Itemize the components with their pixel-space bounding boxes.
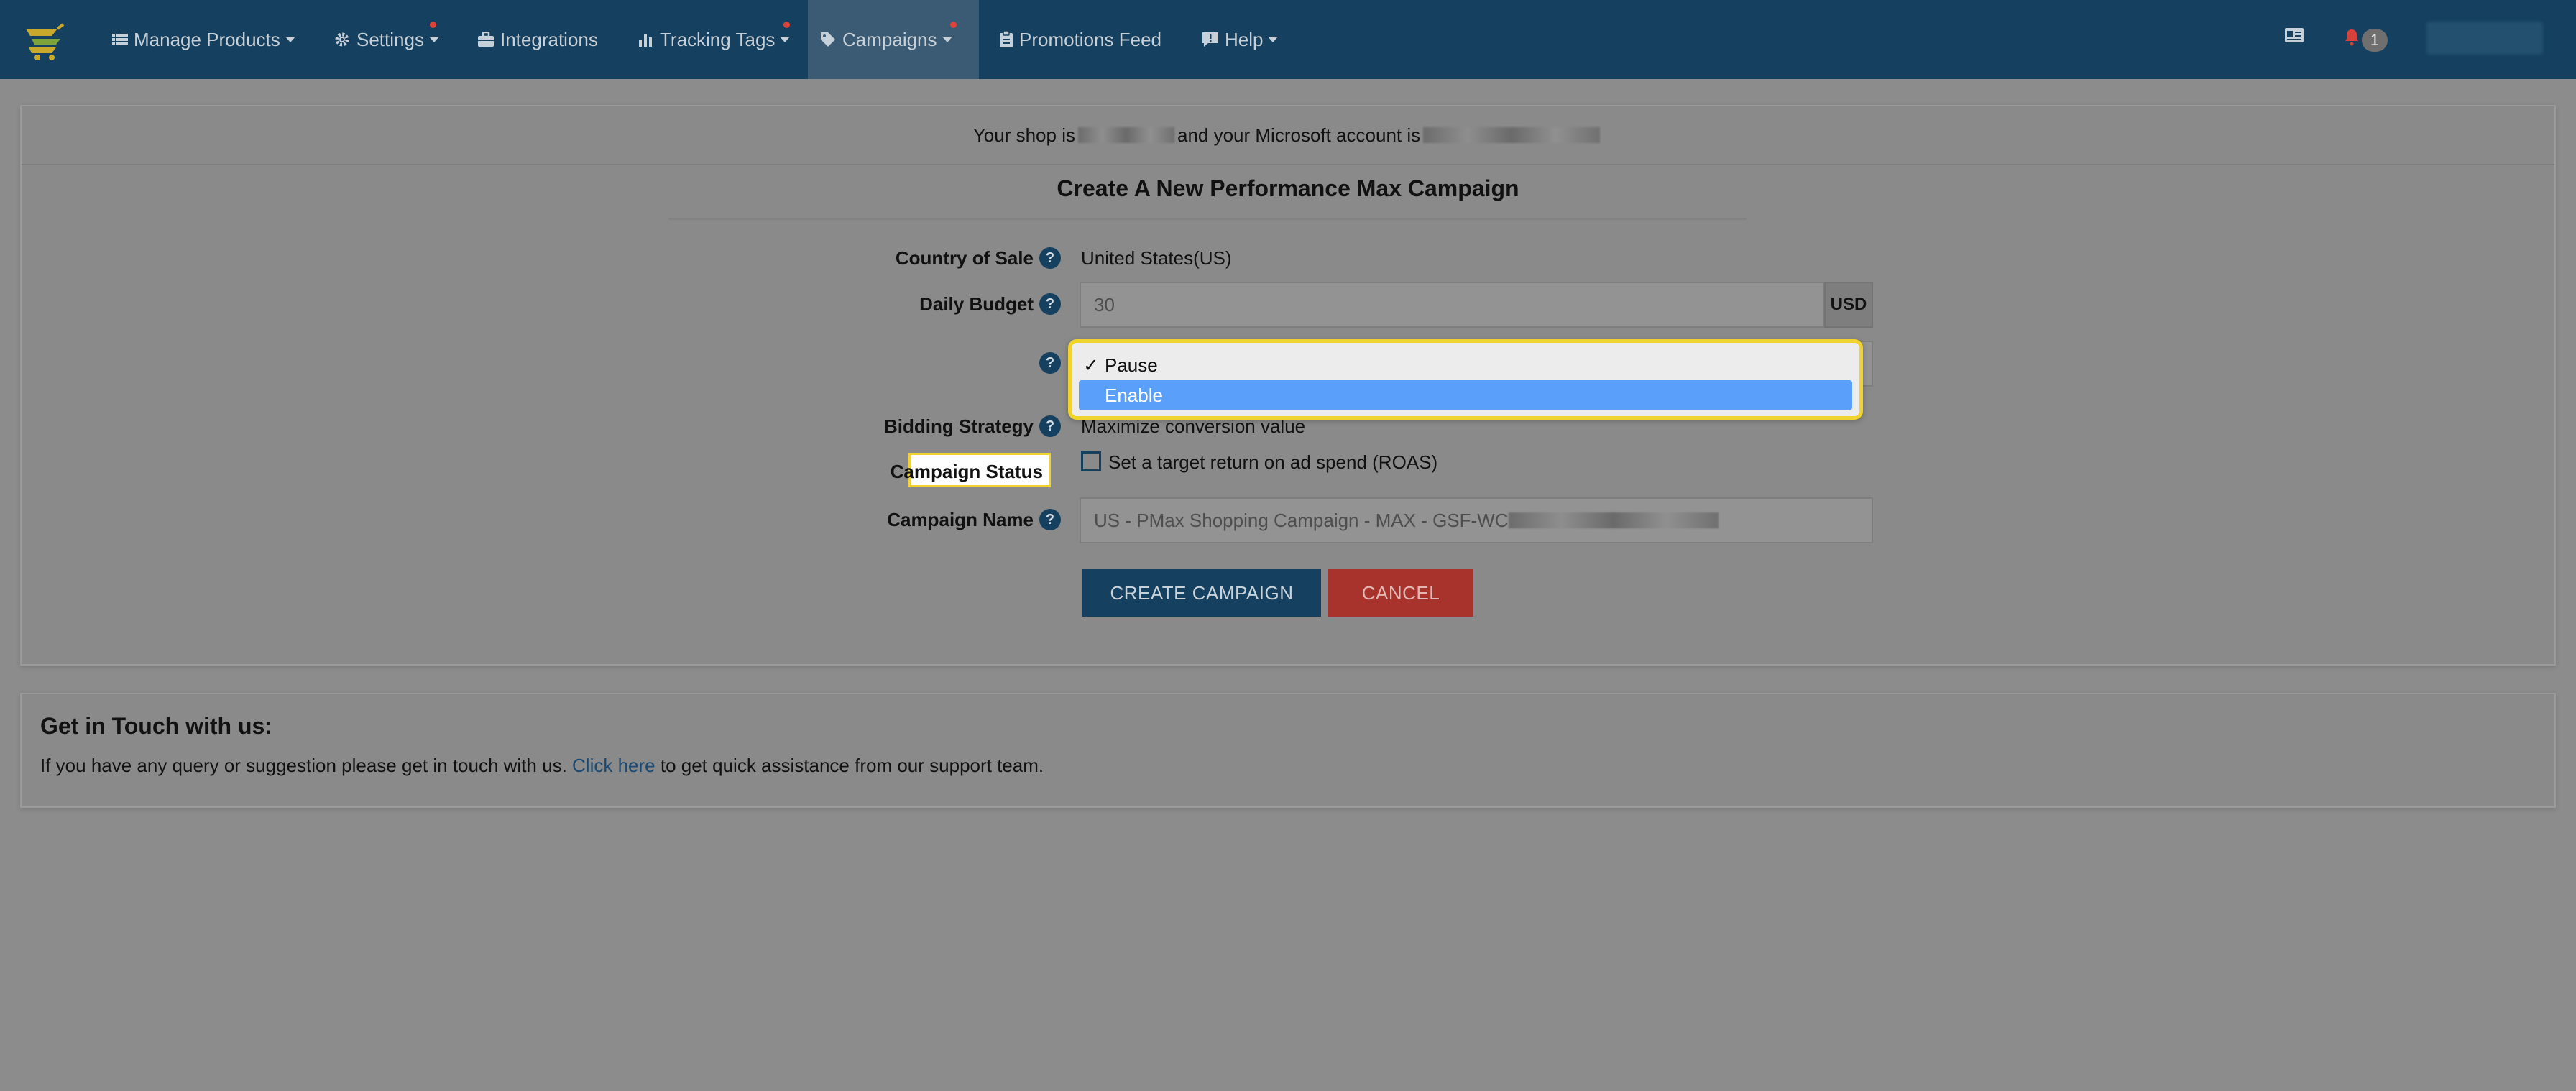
help-icon[interactable]: ? xyxy=(1039,247,1061,269)
option-label: Enable xyxy=(1105,384,1163,406)
daily-budget-value: 30 xyxy=(1094,293,1115,316)
nav-manage-products[interactable]: Manage Products xyxy=(101,0,307,79)
chevron-down-icon xyxy=(780,37,791,42)
nav-promotions-feed[interactable]: Promotions Feed xyxy=(988,0,1173,79)
chevron-down-icon xyxy=(285,37,295,42)
get-in-touch-title: Get in Touch with us: xyxy=(40,713,272,739)
nav-settings[interactable]: Settings xyxy=(322,0,451,79)
get-in-touch-card: Get in Touch with us: If you have any qu… xyxy=(20,693,2556,808)
daily-budget-input[interactable]: 30 xyxy=(1080,282,1824,328)
redacted-shop-name xyxy=(1077,127,1174,143)
shop-account-line: Your shop is and your Microsoft account … xyxy=(22,106,2554,165)
campaign-name-value: US - PMax Shopping Campaign - MAX - GSF-… xyxy=(1094,509,1509,531)
nav-tracking-tags[interactable]: Tracking Tags xyxy=(627,0,801,79)
bell-icon[interactable] xyxy=(2345,29,2359,46)
help-icon[interactable]: ? xyxy=(1039,352,1061,374)
currency-addon: USD xyxy=(1824,282,1873,328)
chevron-down-icon xyxy=(1268,37,1279,42)
nav-help[interactable]: Help xyxy=(1190,0,1289,79)
help-icon[interactable]: ? xyxy=(1039,509,1061,530)
form-title: Create A New Performance Max Campaign xyxy=(1057,175,1519,201)
bar-chart-icon xyxy=(639,34,652,47)
country-value: United States(US) xyxy=(1081,247,1232,269)
tracking-tags-alert-dot xyxy=(783,22,790,28)
create-campaign-button[interactable]: CREATE CAMPAIGN xyxy=(1082,569,1321,617)
bidding-strategy-label: Bidding Strategy xyxy=(883,415,1034,437)
touch-text-before: If you have any query or suggestion plea… xyxy=(40,755,567,776)
option-label: Pause xyxy=(1105,354,1158,376)
campaign-status-label-highlight: Campaign Status xyxy=(891,453,1051,487)
tag-icon xyxy=(821,32,835,47)
checkmark-icon: ✓ xyxy=(1083,354,1099,376)
get-in-touch-text: If you have any query or suggestion plea… xyxy=(40,755,1044,777)
roas-label: Set a target return on ad spend (ROAS) xyxy=(1108,451,1438,473)
list-icon xyxy=(112,34,128,45)
click-here-link[interactable]: Click here xyxy=(572,755,656,776)
logo-icon[interactable] xyxy=(22,22,72,62)
chat-icon xyxy=(1202,32,1218,47)
nav-label: Integrations xyxy=(500,28,598,50)
nav-label: Campaigns xyxy=(842,28,937,50)
status-option-enable[interactable]: Enable xyxy=(1079,380,1852,410)
chevron-down-icon xyxy=(942,37,952,42)
campaign-name-label: Campaign Name xyxy=(887,509,1034,530)
nav-label: Manage Products xyxy=(134,28,280,50)
campaigns-alert-dot xyxy=(950,22,957,28)
clipboard-icon xyxy=(1000,31,1013,47)
id-card-icon[interactable] xyxy=(2284,27,2304,43)
help-icon[interactable]: ? xyxy=(1039,415,1061,437)
gear-icon xyxy=(335,32,349,47)
nav-label: Help xyxy=(1225,28,1264,50)
top-navbar: Manage Products Settings Integrations Tr… xyxy=(0,0,2576,79)
campaign-status-label: Campaign Status xyxy=(890,461,1043,482)
briefcase-icon xyxy=(478,32,494,47)
cancel-button[interactable]: CANCEL xyxy=(1328,569,1473,617)
status-option-pause[interactable]: ✓ Pause xyxy=(1079,350,1852,380)
title-divider xyxy=(668,218,1747,220)
roas-checkbox[interactable] xyxy=(1081,451,1101,471)
shop-prefix: Your shop is xyxy=(972,124,1075,146)
touch-text-after: to get quick assistance from our support… xyxy=(660,755,1044,776)
shop-middle: and your Microsoft account is xyxy=(1177,124,1421,146)
notification-count-badge: 1 xyxy=(2362,29,2388,52)
settings-alert-dot xyxy=(430,22,436,28)
nav-campaigns[interactable]: Campaigns xyxy=(808,0,979,79)
daily-budget-label: Daily Budget xyxy=(919,293,1034,315)
chevron-down-icon xyxy=(428,37,439,42)
help-icon[interactable]: ? xyxy=(1039,293,1061,315)
nav-integrations[interactable]: Integrations xyxy=(466,0,610,79)
nav-label: Settings xyxy=(356,28,424,50)
nav-label: Promotions Feed xyxy=(1019,28,1162,50)
campaign-name-input[interactable]: US - PMax Shopping Campaign - MAX - GSF-… xyxy=(1080,497,1873,543)
redacted-account-name xyxy=(1423,127,1601,143)
campaign-status-dropdown: ✓ Pause Enable xyxy=(1068,339,1863,420)
redacted-campaign-suffix xyxy=(1508,512,1719,528)
user-menu[interactable] xyxy=(2426,22,2543,55)
country-label: Country of Sale xyxy=(895,247,1034,269)
nav-label: Tracking Tags xyxy=(660,28,776,50)
